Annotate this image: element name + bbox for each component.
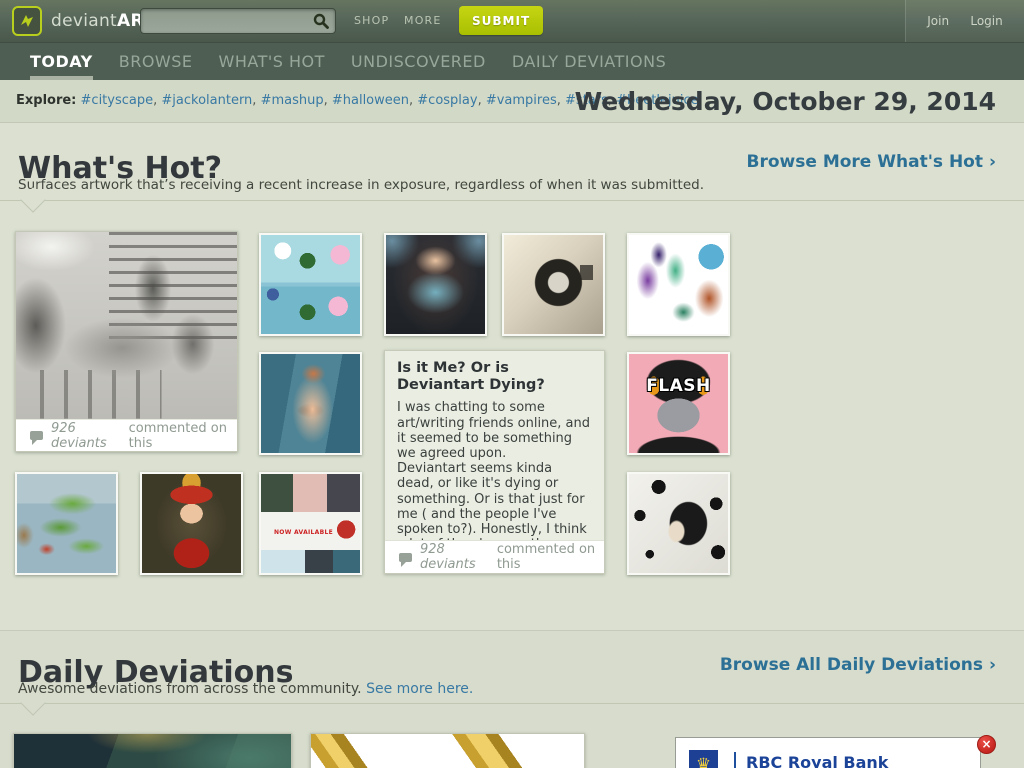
browse-more-whats-hot-label: Browse More What's Hot <box>746 152 983 172</box>
daily-thumbnail-gold-sculpture[interactable] <box>310 733 585 768</box>
browse-more-whats-hot-link[interactable]: Browse More What's Hot › <box>747 152 996 172</box>
featured-comment-bar: 926 deviants commented on this <box>16 419 237 451</box>
tag-separator: , <box>252 93 261 108</box>
daily-subtitle-text: Awesome deviations from across the commu… <box>18 681 362 697</box>
whats-hot-divider <box>0 187 1024 213</box>
search-input[interactable] <box>140 8 336 34</box>
comment-count: 928 deviants <box>420 542 476 572</box>
daily-deviations-subtitle: Awesome deviations from across the commu… <box>18 681 473 697</box>
journal-comment-bar: 928 deviants commented on this <box>385 540 604 573</box>
rbc-lion-icon: ♛ <box>689 750 718 768</box>
comment-count: 926 deviants <box>51 420 107 451</box>
nav-tab-daily-deviations[interactable]: DAILY DEVIATIONS <box>512 43 666 81</box>
submit-button[interactable]: SUBMIT <box>459 6 544 35</box>
shop-link[interactable]: SHOP <box>354 0 389 42</box>
tag-halloween[interactable]: #halloween <box>332 93 409 108</box>
browse-all-daily-label: Browse All Daily Deviations <box>719 655 983 675</box>
account-area: Join Login <box>905 0 1024 42</box>
thumbnail-flash-character[interactable]: FLASH <box>627 352 730 455</box>
daily-deviations-divider <box>0 690 1024 716</box>
daily-thumbnail-fantasy-portrait[interactable] <box>13 733 292 768</box>
tag-vampires[interactable]: #vampires <box>486 93 557 108</box>
journal-body: Is it Me? Or is Deviantart Dying? I was … <box>385 351 604 568</box>
thumbnail-manga-wolf-boy[interactable] <box>627 472 730 575</box>
search-icon[interactable] <box>313 13 329 29</box>
flash-text: FLASH <box>646 375 711 396</box>
thumbnail-tsm-logo[interactable] <box>502 233 605 336</box>
journal-card[interactable]: Is it Me? Or is Deviantart Dying? I was … <box>384 350 605 574</box>
featured-artwork-horse-sketch[interactable] <box>16 232 237 419</box>
nav-tab-today[interactable]: TODAY <box>30 43 93 81</box>
chevron-right-icon: › <box>988 655 996 675</box>
browse-all-daily-deviations-link[interactable]: Browse All Daily Deviations › <box>720 655 996 675</box>
comment-suffix: commented on this <box>128 420 227 451</box>
join-link[interactable]: Join <box>927 14 949 28</box>
journal-paragraph: I was chatting to some art/writing frien… <box>397 400 591 461</box>
whats-hot-subtitle: Surfaces artwork that’s receiving a rece… <box>18 176 704 193</box>
thumbnail-lingerie-portrait[interactable] <box>259 352 362 455</box>
tag-jackolantern[interactable]: #jackolantern <box>161 93 252 108</box>
nav-tab-undiscovered[interactable]: UNDISCOVERED <box>351 43 486 81</box>
thumbnail-jester-characters[interactable] <box>627 233 730 336</box>
thumbnail-pony-comic[interactable] <box>259 233 362 336</box>
nav-tab-browse[interactable]: BROWSE <box>119 43 193 81</box>
collage-text: NOW AVAILABLE <box>273 529 334 537</box>
comment-bubble-icon <box>30 431 43 445</box>
tag-mashup[interactable]: #mashup <box>261 93 324 108</box>
main-nav: TODAY BROWSE WHAT'S HOT UNDISCOVERED DAI… <box>0 42 1024 81</box>
deviantart-today-page: deviantART SHOP MORE SUBMIT Join Login T… <box>0 0 1024 768</box>
thumbnail-fantasy-girl[interactable] <box>384 233 487 336</box>
tag-cosplay[interactable]: #cosplay <box>417 93 477 108</box>
more-link[interactable]: MORE <box>404 0 442 42</box>
deviantart-logo[interactable]: deviantART <box>12 6 155 36</box>
journal-title: Is it Me? Or is Deviantart Dying? <box>397 360 545 393</box>
header: deviantART SHOP MORE SUBMIT Join Login <box>0 0 1024 42</box>
explore-label: Explore: <box>16 93 77 108</box>
nav-tab-whats-hot[interactable]: WHAT'S HOT <box>219 43 325 81</box>
rbc-brand-text: RBC Royal Bank <box>746 753 889 768</box>
comment-bubble-icon <box>399 552 412 567</box>
thumbnail-red-witch-cosplay[interactable] <box>140 472 243 575</box>
featured-deviation-card[interactable]: 926 deviants commented on this <box>15 231 238 452</box>
tag-separator: , <box>323 93 332 108</box>
tag-cityscape[interactable]: #cityscape <box>81 93 154 108</box>
current-date: Wednesday, October 29, 2014 <box>574 87 996 116</box>
tag-separator: , <box>556 93 566 108</box>
chevron-right-icon: › <box>988 152 996 172</box>
rbc-divider <box>734 752 736 768</box>
tag-separator: , <box>477 93 486 108</box>
thumbnail-preorder-collage[interactable]: NOW AVAILABLE <box>259 472 362 575</box>
explore-bar: Explore: #cityscape, #jackolantern, #mas… <box>0 80 1024 123</box>
rbc-advertisement[interactable]: ♛ RBC Royal Bank <box>675 737 981 768</box>
thumbnail-sea-serpent[interactable] <box>15 472 118 575</box>
ad-close-button[interactable]: × <box>977 735 996 754</box>
comment-suffix: commented on this <box>496 542 596 572</box>
deviantart-logo-icon <box>12 6 42 36</box>
login-link[interactable]: Login <box>970 14 1002 28</box>
see-more-link[interactable]: See more here. <box>366 681 473 697</box>
close-icon: × <box>981 737 992 751</box>
search-box <box>140 8 336 34</box>
